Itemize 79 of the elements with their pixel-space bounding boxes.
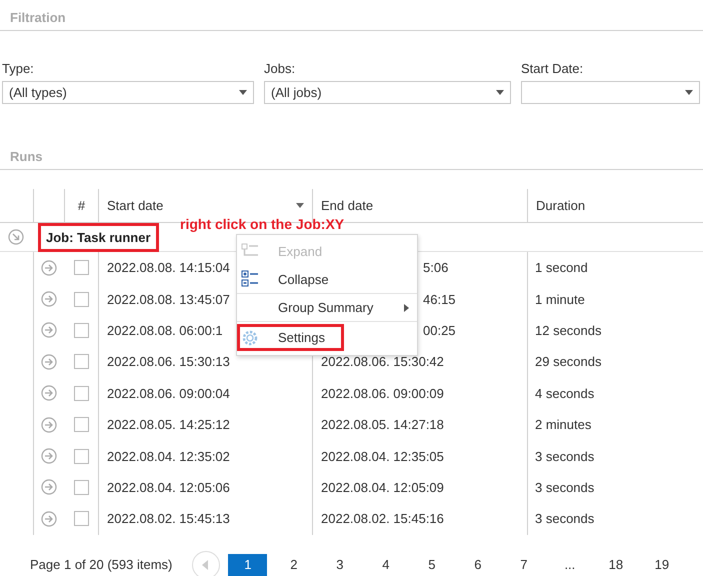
previous-page-button[interactable]: [192, 550, 220, 576]
caret-left-icon: [202, 560, 210, 570]
filter-label: Jobs:: [264, 61, 296, 76]
table-cell: 3 seconds: [535, 511, 594, 526]
table-cell: 2022.08.05. 14:27:18: [321, 417, 444, 432]
table-cell: 46:15: [423, 292, 456, 307]
table-cell: 3 seconds: [535, 448, 594, 464]
table-cell: 3 seconds: [535, 480, 594, 495]
table-cell: 2022.08.05. 14:25:12: [107, 417, 230, 432]
page-button[interactable]: 7: [504, 554, 544, 576]
checkbox[interactable]: [74, 417, 88, 432]
checkbox[interactable]: [74, 292, 88, 307]
arrow-circle-icon[interactable]: [41, 322, 57, 338]
arrow-circle-icon[interactable]: [41, 416, 57, 433]
table-cell: 2022.08.04. 12:35:05: [321, 448, 444, 464]
table-cell: 12 seconds: [535, 322, 602, 338]
table-cell: 29 seconds: [535, 354, 602, 370]
group-label[interactable]: Job: Task runner: [38, 222, 159, 252]
grouped-list-icon: [241, 270, 259, 288]
arrow-circle-icon[interactable]: [41, 510, 57, 527]
caret-icon: [685, 90, 693, 95]
menu-item[interactable]: Group Summary: [237, 294, 392, 321]
arrow-circle-icon[interactable]: [41, 385, 57, 402]
table-cell: 5:06: [423, 260, 448, 276]
filter-label: Type:: [2, 61, 35, 76]
section-title: Filtration: [0, 0, 703, 31]
table-cell: 4 seconds: [535, 386, 594, 401]
column-header[interactable]: #: [64, 189, 98, 222]
arrow-circle-icon[interactable]: [41, 260, 57, 276]
page-button[interactable]: 6: [458, 554, 498, 576]
page-button[interactable]: 19: [642, 554, 682, 576]
arrow-circle-icon[interactable]: [41, 354, 57, 370]
tree-list-icon: [241, 243, 259, 259]
arrow-circle-icon[interactable]: [41, 291, 57, 308]
caret-icon: [239, 90, 247, 95]
page-button[interactable]: 5: [412, 554, 452, 576]
table-cell: 2022.08.02. 15:45:16: [321, 511, 444, 526]
table-cell: 2022.08.06. 09:00:04: [107, 386, 230, 401]
table-cell: 2022.08.04. 12:05:09: [321, 480, 444, 495]
filter-dropdown[interactable]: (All jobs): [264, 81, 511, 104]
checkbox[interactable]: [74, 354, 88, 370]
checkbox[interactable]: [74, 386, 88, 401]
checkbox[interactable]: [74, 448, 88, 464]
table-cell: 2022.08.06. 15:30:42: [321, 354, 444, 370]
table-cell: 1 minute: [535, 292, 585, 307]
table-cell: 00:25: [423, 322, 456, 338]
table-cell: 2022.08.04. 12:05:06: [107, 480, 230, 495]
checkbox[interactable]: [74, 511, 88, 526]
page-button[interactable]: 18: [596, 554, 636, 576]
page-button[interactable]: 3: [320, 554, 360, 576]
menu-item[interactable]: Collapse: [237, 266, 348, 292]
table-cell: 2022.08.08. 13:45:07: [107, 292, 230, 307]
page-button[interactable]: 2: [274, 554, 314, 576]
filter-dropdown[interactable]: (All types): [2, 81, 254, 104]
section-title: Runs: [0, 139, 703, 170]
table-cell: 1 second: [535, 260, 588, 276]
page-button[interactable]: 4: [366, 554, 406, 576]
gear-icon: [241, 328, 259, 346]
table-cell: 2022.08.08. 06:00:1: [107, 322, 223, 338]
page-button[interactable]: ...: [550, 554, 590, 576]
table-cell: 2022.08.04. 12:35:02: [107, 448, 230, 464]
table-cell: 2022.08.06. 09:00:09: [321, 386, 444, 401]
filter-label: Start Date:: [521, 61, 584, 76]
table-cell: 2022.08.06. 15:30:13: [107, 354, 230, 370]
table-cell: 2022.08.08. 14:15:04: [107, 260, 230, 276]
arrow-circle-icon[interactable]: [41, 479, 57, 496]
checkbox[interactable]: [74, 480, 88, 495]
menu-item[interactable]: Settings: [237, 324, 344, 351]
table-cell: 2022.08.02. 15:45:13: [107, 511, 230, 526]
collapse-icon[interactable]: [8, 229, 24, 245]
page-button[interactable]: 1: [228, 554, 268, 576]
table-cell: 2 minutes: [535, 417, 592, 432]
checkbox[interactable]: [74, 260, 88, 276]
column-header[interactable]: Duration: [527, 189, 703, 222]
checkbox[interactable]: [74, 322, 88, 338]
arrow-circle-icon[interactable]: [41, 448, 57, 464]
filter-dropdown[interactable]: [521, 81, 700, 104]
pager-summary: Page 1 of 20 (593 items): [30, 557, 172, 572]
caret-icon: [496, 90, 504, 95]
